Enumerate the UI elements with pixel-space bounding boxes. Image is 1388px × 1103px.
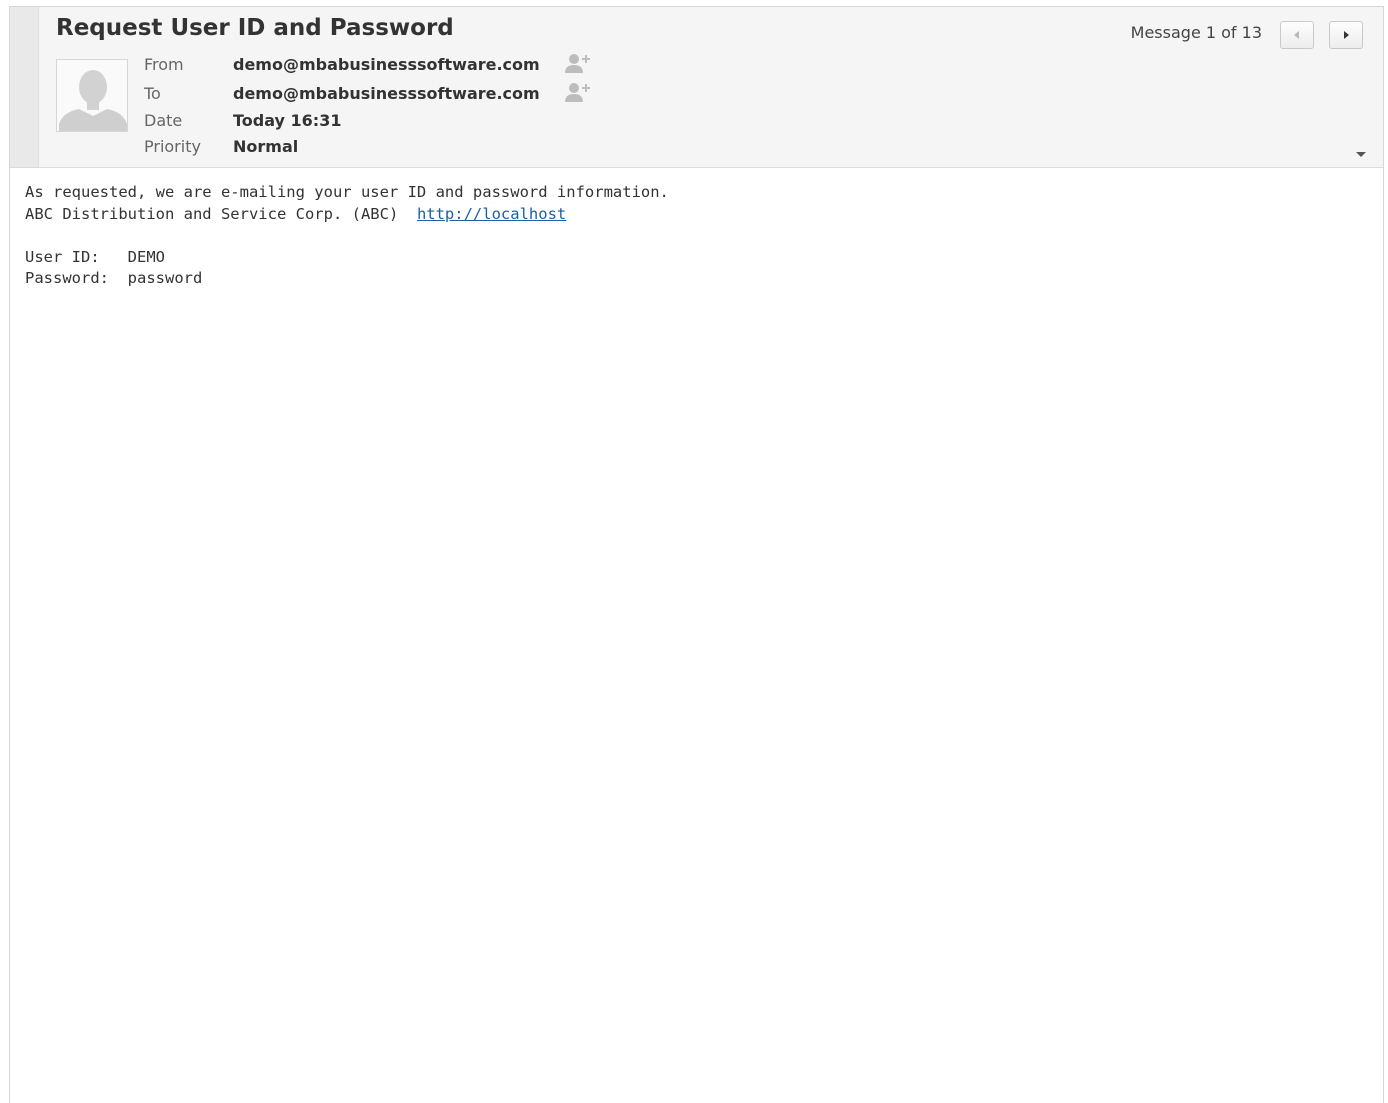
add-contact-icon[interactable] <box>564 81 592 105</box>
message-view: Request User ID and Password From demo@m… <box>9 6 1384 1103</box>
toggle-headers-button[interactable] <box>1353 145 1369 157</box>
userid-value: DEMO <box>127 247 165 266</box>
from-label: From <box>144 55 184 74</box>
to-label: To <box>144 84 161 103</box>
body-line-2: ABC Distribution and Service Corp. (ABC) <box>25 204 417 223</box>
password-label: Password: <box>25 269 128 287</box>
userid-label: User ID: <box>25 247 128 266</box>
arrow-right-icon <box>1344 31 1349 39</box>
localhost-link[interactable]: http://localhost <box>417 205 566 223</box>
date-value: Today 16:31 <box>233 111 342 130</box>
date-label: Date <box>144 111 183 130</box>
sender-avatar <box>56 59 128 132</box>
to-value[interactable]: demo@mbabusinesssoftware.com <box>233 83 540 105</box>
from-value[interactable]: demo@mbabusinesssoftware.com <box>233 54 540 76</box>
add-contact-icon[interactable] <box>564 52 592 76</box>
priority-label: Priority <box>144 137 201 156</box>
priority-value: Normal <box>233 137 299 156</box>
message-counter: Message 1 of 13 <box>1130 23 1262 42</box>
chevron-down-icon <box>1356 152 1366 157</box>
previous-message-button[interactable] <box>1280 21 1314 49</box>
arrow-left-icon <box>1294 31 1299 39</box>
next-message-button[interactable] <box>1329 21 1363 49</box>
message-subject: Request User ID and Password <box>56 15 454 41</box>
body-line-1: As requested, we are e-mailing your user… <box>25 183 669 201</box>
person-silhouette-icon <box>57 60 127 131</box>
message-header: Request User ID and Password From demo@m… <box>10 7 1383 168</box>
message-body: As requested, we are e-mailing your user… <box>25 182 669 290</box>
header-left-bar <box>10 7 39 167</box>
password-value: password <box>127 269 203 287</box>
